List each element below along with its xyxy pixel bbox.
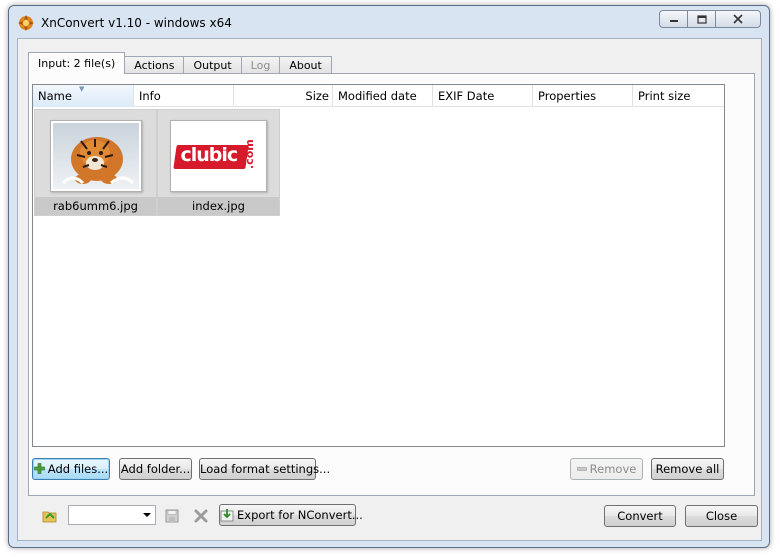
tab-output[interactable]: Output — [183, 56, 242, 74]
clubic-logo-image: clubic .com — [172, 139, 263, 173]
chevron-down-icon — [143, 513, 151, 517]
remove-label: Remove — [589, 462, 637, 476]
client-area: Input: 2 file(s) Actions Output Log Abou… — [17, 38, 762, 541]
tab-input[interactable]: Input: 2 file(s) — [28, 52, 126, 74]
thumbnail-frame — [50, 120, 142, 192]
file-name-label: rab6umm6.jpg — [35, 197, 156, 215]
minus-icon — [576, 466, 587, 471]
app-window: XnConvert v1.10 - windows x64 Input: 2 f… — [8, 5, 770, 548]
maximize-button[interactable] — [687, 10, 715, 28]
remove-all-button[interactable]: Remove all — [651, 458, 724, 480]
column-header-info[interactable]: Info — [134, 85, 234, 107]
add-files-button[interactable]: Add files... — [32, 458, 110, 480]
column-header-name[interactable]: ▼ Name — [33, 85, 134, 107]
title-bar[interactable]: XnConvert v1.10 - windows x64 — [9, 6, 769, 36]
tab-about[interactable]: About — [279, 56, 332, 74]
column-header-row: ▼ Name Info Size Modified date EXIF Date… — [33, 85, 724, 107]
column-header-modified-date[interactable]: Modified date — [333, 85, 433, 107]
delete-icon[interactable] — [193, 508, 209, 524]
input-tab-panel: ▼ Name Info Size Modified date EXIF Date… — [28, 73, 755, 496]
file-thumbnail-item[interactable]: rab6umm6.jpg — [34, 109, 157, 216]
thumbnail-frame: clubic .com — [170, 120, 267, 192]
minimize-icon — [669, 20, 678, 22]
load-format-settings-button[interactable]: Load format settings... — [199, 458, 330, 480]
convert-button[interactable]: Convert — [604, 505, 676, 527]
export-icon — [220, 508, 234, 521]
close-window-button[interactable] — [715, 10, 761, 28]
settings-combo[interactable] — [68, 505, 156, 525]
tab-actions[interactable]: Actions — [124, 56, 185, 74]
add-files-label: Add files... — [47, 462, 109, 476]
tab-bar: Input: 2 file(s) Actions Output Log Abou… — [28, 52, 332, 74]
minimize-button[interactable] — [659, 10, 687, 28]
tiger-image — [53, 123, 139, 189]
file-name-label: index.jpg — [158, 197, 279, 215]
column-header-properties[interactable]: Properties — [533, 85, 633, 107]
add-folder-button[interactable]: Add folder... — [119, 458, 192, 480]
window-title: XnConvert v1.10 - windows x64 — [41, 16, 232, 30]
tab-log[interactable]: Log — [240, 56, 281, 74]
close-icon — [733, 14, 743, 24]
maximize-icon — [696, 14, 707, 24]
window-controls — [659, 10, 761, 28]
xnconvert-app-icon — [18, 15, 34, 31]
close-button[interactable]: Close — [685, 505, 758, 527]
logo-suffix: .com — [242, 139, 256, 169]
save-icon[interactable] — [164, 508, 180, 524]
plus-icon — [33, 463, 45, 474]
column-header-name-label: Name — [38, 89, 72, 103]
logo-text: clubic — [180, 144, 239, 166]
export-for-nconvert-button[interactable]: Export for NConvert... — [219, 504, 363, 526]
file-thumbnail-item[interactable]: clubic .com index.jpg — [157, 109, 280, 216]
sort-arrow-icon: ▼ — [79, 85, 85, 93]
remove-button[interactable]: Remove — [570, 458, 643, 480]
column-header-print-size[interactable]: Print size — [633, 85, 724, 107]
column-header-exif-date[interactable]: EXIF Date — [433, 85, 533, 107]
column-header-size[interactable]: Size — [234, 85, 333, 107]
file-list[interactable]: ▼ Name Info Size Modified date EXIF Date… — [32, 84, 725, 447]
open-folder-icon[interactable] — [42, 508, 58, 524]
export-label: Export for NConvert... — [237, 508, 363, 522]
